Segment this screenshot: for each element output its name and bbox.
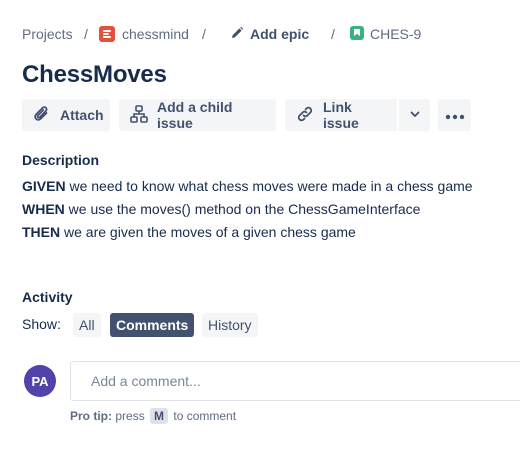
breadcrumb-project[interactable]: chessmind	[122, 25, 189, 43]
pro-tip: Pro tip: press M to comment	[70, 408, 236, 424]
description-line[interactable]: THEN we are given the moves of a given c…	[22, 223, 356, 241]
link-issue-label: Link issue	[323, 99, 359, 131]
link-issue-button[interactable]: Link issue	[285, 99, 397, 131]
link-icon	[295, 104, 315, 127]
description-heading: Description	[22, 152, 100, 168]
hierarchy-icon	[129, 104, 149, 127]
chevron-down-icon	[409, 107, 421, 123]
attach-button[interactable]: Attach	[22, 99, 110, 131]
breadcrumb-separator: /	[331, 26, 335, 42]
description-text: we need to know what chess moves were ma…	[65, 178, 473, 194]
pro-tip-suffix: to comment	[173, 409, 237, 423]
add-epic-link[interactable]: Add epic	[250, 25, 309, 43]
more-actions-button[interactable]	[438, 99, 471, 131]
breadcrumb-projects[interactable]: Projects	[22, 25, 73, 43]
filter-comments[interactable]: Comments	[110, 313, 195, 337]
issue-key[interactable]: CHES-9	[370, 25, 421, 43]
description-keyword: WHEN	[22, 201, 65, 217]
activity-heading: Activity	[22, 289, 73, 305]
pencil-icon	[230, 26, 244, 40]
description-keyword: THEN	[22, 224, 61, 240]
filter-all[interactable]: All	[73, 313, 101, 337]
description-line[interactable]: WHEN we use the moves() method on the Ch…	[22, 200, 420, 218]
avatar[interactable]: PA	[24, 365, 56, 397]
comment-input[interactable]: Add a comment...	[70, 361, 520, 401]
more-icon	[445, 107, 465, 123]
description-text: we use the moves() method on the ChessGa…	[64, 201, 421, 217]
description-line[interactable]: GIVEN we need to know what chess moves w…	[22, 177, 473, 195]
pro-tip-press: press	[115, 409, 145, 423]
breadcrumb-separator: /	[202, 26, 206, 42]
filter-history[interactable]: History	[202, 313, 258, 337]
description-keyword: GIVEN	[22, 178, 66, 194]
description-text: we are given the moves of a given chess …	[60, 224, 356, 240]
add-child-issue-button[interactable]: Add a child issue	[119, 99, 276, 131]
attach-label: Attach	[60, 107, 104, 123]
project-icon	[99, 26, 115, 42]
keyboard-key: M	[150, 408, 169, 424]
issue-title[interactable]: ChessMoves	[22, 61, 167, 89]
story-icon	[350, 26, 364, 40]
show-label: Show:	[22, 316, 61, 332]
pro-tip-label: Pro tip:	[70, 409, 112, 423]
paperclip-icon	[32, 104, 52, 127]
link-issue-dropdown[interactable]	[399, 99, 430, 131]
breadcrumb-separator: /	[84, 26, 88, 42]
add-child-label: Add a child issue	[157, 99, 233, 131]
